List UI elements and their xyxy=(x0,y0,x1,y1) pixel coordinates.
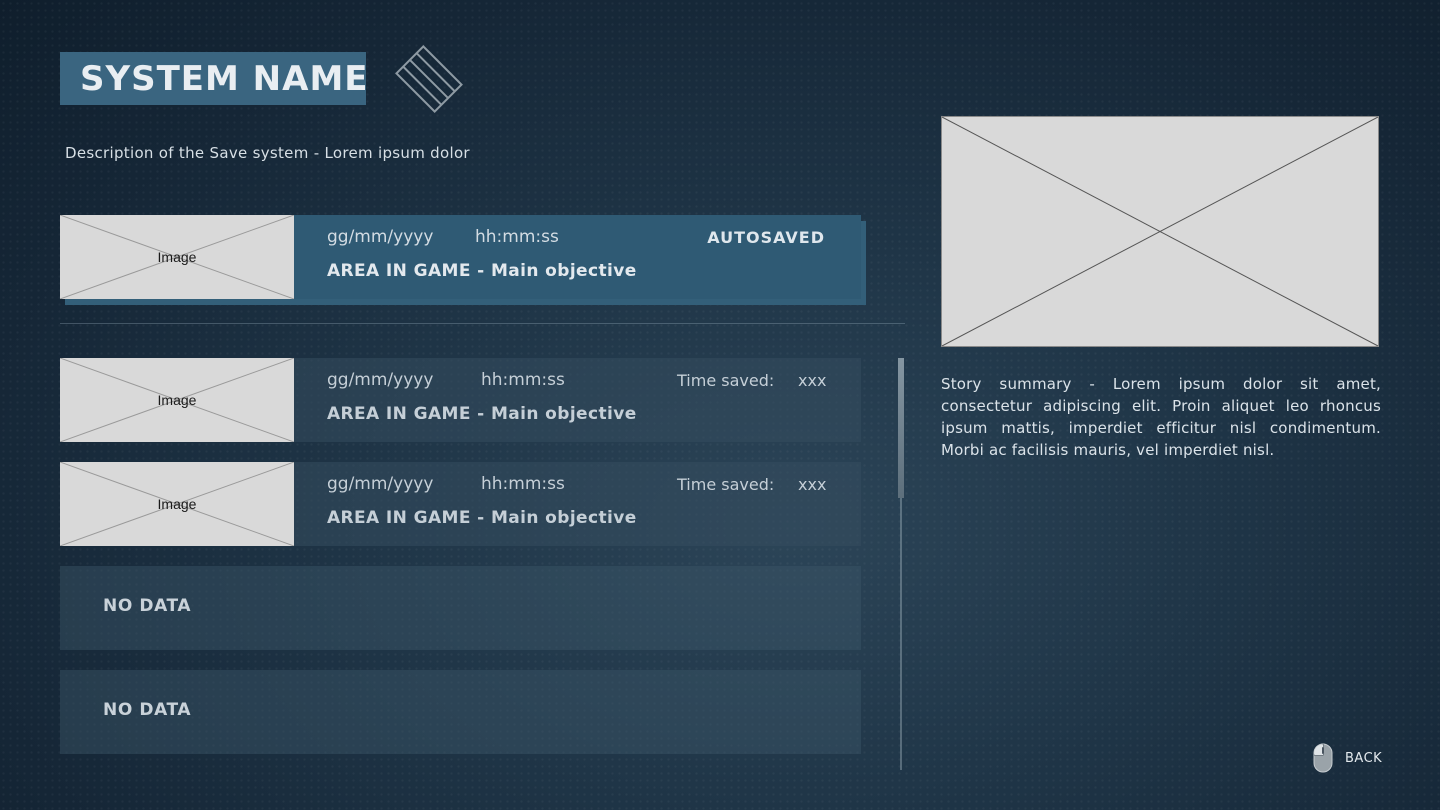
no-data-label: NO DATA xyxy=(103,700,192,720)
save-area-objective: AREA IN GAME - Main objective xyxy=(327,261,637,281)
system-title: SYSTEM NAME xyxy=(80,58,369,99)
save-time: hh:mm:ss xyxy=(481,474,565,494)
save-slot-autosave[interactable]: Image gg/mm/yyyy hh:mm:ss AUTOSAVED AREA… xyxy=(60,215,861,299)
save-thumbnail: Image xyxy=(60,462,294,546)
save-date: gg/mm/yyyy xyxy=(327,370,434,390)
time-saved-label: Time saved: xyxy=(677,475,775,494)
save-slot-empty[interactable]: NO DATA xyxy=(60,566,861,650)
save-thumbnail: Image xyxy=(60,215,294,299)
save-area-objective: AREA IN GAME - Main objective xyxy=(327,404,637,424)
time-saved-value: xxx xyxy=(798,475,827,494)
no-data-label: NO DATA xyxy=(103,596,192,616)
system-description: Description of the Save system - Lorem i… xyxy=(65,144,470,162)
thumbnail-label: Image xyxy=(157,496,197,512)
save-slot[interactable]: Image gg/mm/yyyy hh:mm:ss Time saved: xx… xyxy=(60,462,861,546)
save-time: hh:mm:ss xyxy=(481,370,565,390)
time-saved-label: Time saved: xyxy=(677,371,775,390)
title-box: SYSTEM NAME xyxy=(60,52,369,105)
time-saved-value: xxx xyxy=(798,371,827,390)
save-slot[interactable]: Image gg/mm/yyyy hh:mm:ss Time saved: xx… xyxy=(60,358,861,442)
diamond-stripes-icon xyxy=(395,45,463,113)
thumbnail-label: Image xyxy=(157,249,197,265)
scrollbar-thumb[interactable] xyxy=(898,358,904,498)
back-label: BACK xyxy=(1345,750,1383,766)
save-slot-empty[interactable]: NO DATA xyxy=(60,670,861,754)
story-summary: Story summary - Lorem ipsum dolor sit am… xyxy=(941,375,1381,459)
mouse-icon xyxy=(1313,743,1333,773)
save-date: gg/mm/yyyy xyxy=(327,474,434,494)
thumbnail-label: Image xyxy=(157,392,197,408)
save-area-objective: AREA IN GAME - Main objective xyxy=(327,508,637,528)
preview-image xyxy=(941,116,1379,347)
section-divider xyxy=(60,323,905,324)
save-time: hh:mm:ss xyxy=(475,227,559,247)
save-date: gg/mm/yyyy xyxy=(327,227,434,247)
back-button[interactable]: BACK xyxy=(1313,743,1382,773)
save-thumbnail: Image xyxy=(60,358,294,442)
autosaved-badge: AUTOSAVED xyxy=(707,228,825,247)
